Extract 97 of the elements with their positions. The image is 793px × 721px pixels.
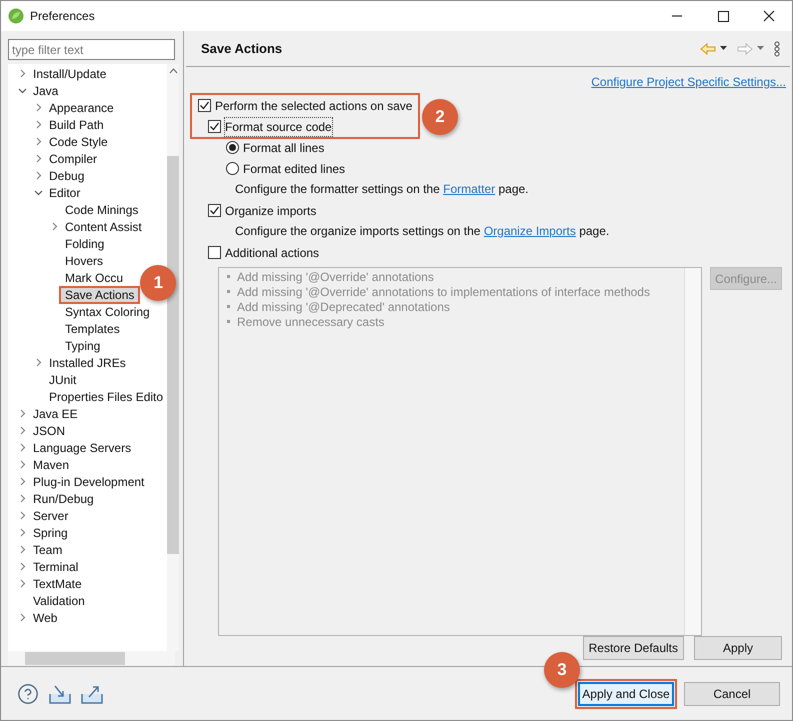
import-icon[interactable] (49, 684, 71, 704)
tree-item[interactable]: Install/Update (29, 66, 110, 80)
formatter-note: Configure the formatter settings on the Formatter page. (234, 181, 530, 198)
tree-item[interactable]: Templates (61, 322, 124, 336)
project-settings-link[interactable]: Configure Project Specific Settings... (591, 73, 786, 95)
chevron-right-icon[interactable] (50, 222, 59, 231)
checkbox-label: Perform the selected actions on save (215, 98, 412, 114)
radio-label: Format all lines (243, 140, 324, 156)
chevron-right-icon[interactable] (34, 103, 43, 112)
forward-arrow-icon[interactable] (737, 42, 753, 54)
checkbox[interactable] (208, 204, 221, 217)
checkbox[interactable] (208, 246, 221, 259)
page-link[interactable]: Organize Imports (484, 224, 576, 238)
tree-item[interactable]: Spring (29, 526, 72, 540)
tree-item[interactable]: Installed JREs (45, 356, 130, 370)
tree-item[interactable]: Validation (29, 594, 89, 608)
tree-item[interactable]: Hovers (61, 254, 108, 268)
horizontal-scrollbar[interactable] (8, 651, 175, 666)
more-options-icon[interactable] (774, 40, 780, 56)
checkbox[interactable] (208, 120, 221, 133)
restore-defaults-button[interactable]: Restore Defaults (582, 636, 684, 660)
tree-item[interactable]: Compiler (45, 152, 102, 166)
tree-item[interactable]: JSON (29, 424, 70, 438)
chevron-right-icon[interactable] (34, 154, 43, 163)
dropdown-caret-icon[interactable] (720, 46, 727, 51)
callout-badge: 2 (422, 99, 458, 135)
chevron-right-icon[interactable] (18, 426, 27, 435)
chevron-right-icon[interactable] (34, 171, 43, 180)
tree-item[interactable]: Java (29, 84, 62, 98)
organize-note: Configure the organize imports settings on the Organize Imports page. (234, 223, 610, 240)
checkbox[interactable] (198, 99, 211, 112)
tree-item[interactable]: Typing (61, 338, 104, 352)
tree-item[interactable]: Code Minings (61, 202, 142, 216)
chevron-right-icon[interactable] (18, 579, 27, 588)
chevron-right-icon[interactable] (18, 409, 27, 418)
tree-item[interactable]: Save Actions (61, 288, 138, 302)
tree-item[interactable]: Plug-in Development (29, 474, 148, 488)
bullet-icon (227, 305, 230, 308)
chevron-right-icon[interactable] (34, 120, 43, 129)
chevron-right-icon[interactable] (18, 494, 27, 503)
chevron-right-icon[interactable] (18, 69, 27, 78)
tree-item[interactable]: Properties Files Edito (45, 390, 168, 404)
tree-item[interactable]: TextMate (29, 576, 86, 590)
bullet-icon (227, 320, 230, 323)
tree-item[interactable]: Appearance (45, 100, 118, 114)
tree-item[interactable]: Java EE (29, 406, 82, 420)
action-item: Add missing '@Deprecated' annotations (237, 298, 450, 316)
tree-item[interactable]: Debug (45, 168, 88, 182)
tree-item[interactable]: Terminal (29, 560, 82, 574)
chevron-right-icon[interactable] (18, 613, 27, 622)
tree-item[interactable]: Run/Debug (29, 492, 98, 506)
page-link[interactable]: Formatter (443, 182, 496, 196)
callout-badge: 1 (140, 264, 176, 300)
tree-item[interactable]: Content Assist (61, 220, 146, 234)
checkbox-label: Additional actions (225, 244, 320, 262)
action-item: Add missing '@Override' annotations to implementations of interface methods (237, 284, 650, 300)
action-item: Remove unnecessary casts (237, 314, 384, 330)
tree-item[interactable]: Maven (29, 458, 74, 472)
tree-item[interactable]: Language Servers (29, 440, 136, 454)
tree-item[interactable]: Web (29, 610, 62, 624)
filter-field[interactable]: type filter text (8, 39, 175, 60)
radio-button[interactable] (226, 141, 239, 154)
chevron-right-icon[interactable] (18, 477, 27, 486)
bullet-icon (227, 290, 230, 293)
chevron-right-icon[interactable] (18, 545, 27, 554)
tree-item[interactable]: Server (29, 508, 72, 522)
tree-item[interactable]: Folding (61, 236, 108, 250)
chevron-right-icon[interactable] (18, 443, 27, 452)
chevron-down-icon[interactable] (18, 86, 27, 95)
chevron-right-icon[interactable] (18, 562, 27, 571)
chevron-right-icon[interactable] (34, 137, 43, 146)
radio-label: Format edited lines (243, 160, 346, 178)
tree-item[interactable]: Editor (45, 186, 84, 200)
cancel-button[interactable]: Cancel (684, 682, 780, 706)
chevron-down-icon[interactable] (34, 188, 43, 197)
radio-button[interactable] (226, 162, 239, 175)
callout-badge: 3 (544, 652, 580, 688)
tree-item[interactable]: JUnit (45, 372, 80, 386)
page-title: Save Actions (201, 40, 282, 58)
chevron-right-icon[interactable] (18, 460, 27, 469)
chevron-right-icon[interactable] (18, 528, 27, 537)
tree-item[interactable]: Build Path (45, 118, 108, 132)
bullet-icon (227, 275, 230, 278)
app-logo-icon (8, 8, 24, 24)
apply-button[interactable]: Apply (694, 636, 782, 660)
checkbox-label: Organize imports (225, 202, 316, 220)
help-icon[interactable] (17, 682, 39, 704)
tree-item[interactable]: Code Style (45, 134, 112, 148)
checkbox-label: Format source code (225, 118, 332, 136)
window-title: Preferences (30, 8, 95, 25)
chevron-right-icon[interactable] (34, 358, 43, 367)
tree-item[interactable]: Mark Occu (61, 270, 128, 284)
tree-item[interactable]: Team (29, 542, 66, 556)
chevron-right-icon[interactable] (18, 511, 27, 520)
action-item: Add missing '@Override' annotations (237, 268, 434, 286)
tree-item[interactable]: Syntax Coloring (61, 304, 154, 318)
export-icon[interactable] (81, 684, 103, 704)
